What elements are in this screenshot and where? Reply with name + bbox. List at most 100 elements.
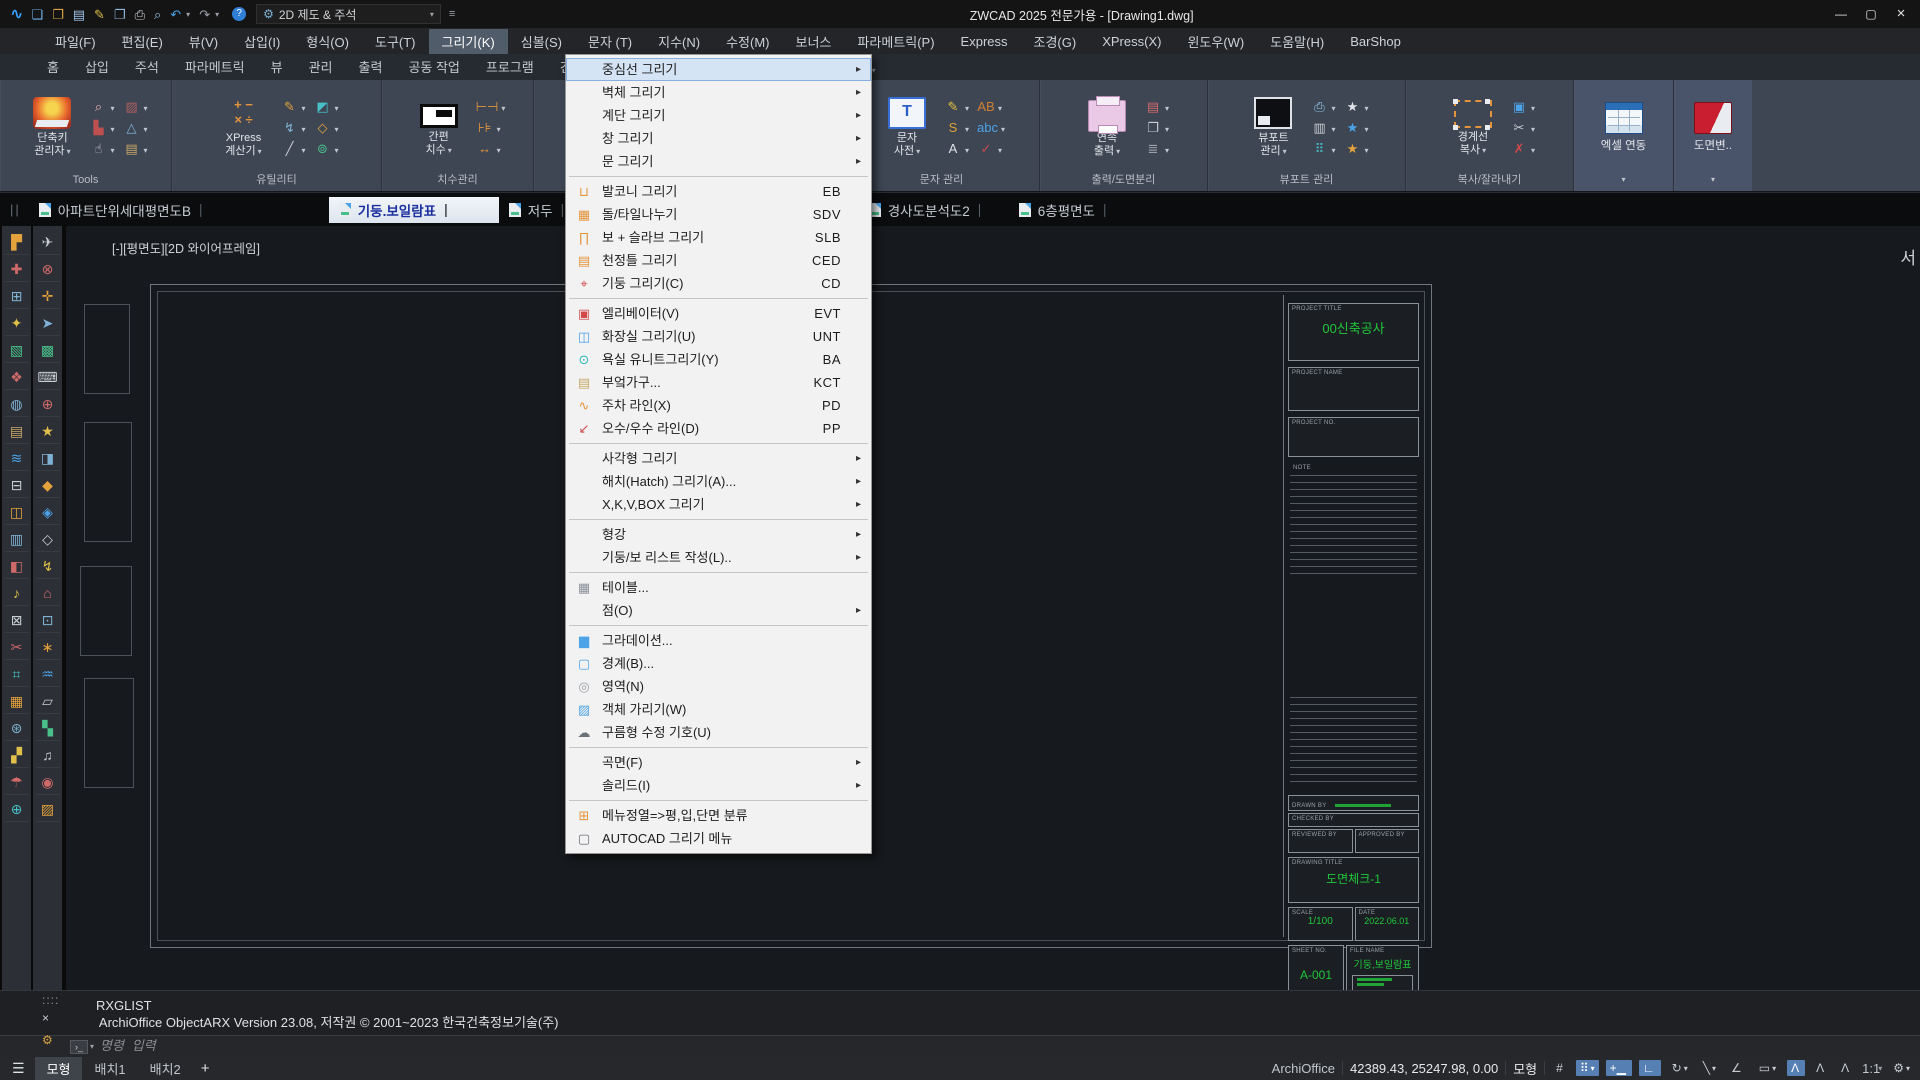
- quick-access-icon[interactable]: ⌕: [154, 8, 161, 21]
- toolbar-icon[interactable]: ♒: [36, 662, 60, 687]
- ribbon-tab[interactable]: 공동 작업: [395, 53, 472, 80]
- document-tab[interactable]: 기둥.보일람표|: [329, 197, 499, 223]
- status-toggle[interactable]: Λ: [1787, 1060, 1805, 1076]
- toolbar-icon[interactable]: ▱: [36, 689, 60, 714]
- menu-item[interactable]: ⊔ 발코니 그리기 EB: [566, 180, 871, 203]
- document-tab[interactable]: 경사도분석도2|: [859, 197, 1009, 223]
- command-prompt-icon[interactable]: ›_: [70, 1040, 88, 1054]
- tool-icon-button[interactable]: ⌕: [89, 98, 114, 116]
- new-layout-button[interactable]: +: [193, 1060, 218, 1077]
- menu-item[interactable]: ▢ AUTOCAD 그리기 메뉴: [566, 827, 871, 850]
- menu-item[interactable]: [569, 519, 868, 520]
- toolbar-icon[interactable]: ◧: [5, 554, 29, 579]
- menu-bar-item[interactable]: 윈도우(W): [1174, 29, 1257, 54]
- menu-item[interactable]: ∏ 보 + 슬라브 그리기 SLB: [566, 226, 871, 249]
- workspace-switcher[interactable]: ⚙ 2D 제도 & 주석 ▾: [256, 4, 441, 24]
- menu-item[interactable]: ▦ 돌/타일나누기 SDV: [566, 203, 871, 226]
- space-toggle[interactable]: 모형: [1513, 1059, 1537, 1078]
- tool-icon-button[interactable]: ▙: [89, 119, 114, 137]
- toolbar-icon[interactable]: ⊕: [36, 392, 60, 417]
- document-tab[interactable]: 6층평면도|: [1009, 197, 1124, 223]
- annotation-scale-button[interactable]: 1:1▾: [1862, 1061, 1882, 1076]
- menu-bar-item[interactable]: 심볼(S): [508, 29, 575, 54]
- toolbar-icon[interactable]: ♫: [36, 743, 60, 768]
- easy-dimension-button[interactable]: 간편치수: [410, 99, 468, 157]
- menu-item[interactable]: 기둥/보 리스트 작성(L).. ▸: [566, 546, 871, 569]
- utility-icon-button[interactable]: ◇: [314, 119, 339, 137]
- command-history[interactable]: RXGLIST ArchiOffice ObjectARX Version 23…: [0, 991, 1920, 1035]
- menu-item[interactable]: ▆ 그라데이션...: [566, 629, 871, 652]
- quick-access-icon[interactable]: ⎙: [135, 8, 145, 21]
- ribbon-tab[interactable]: 출력: [346, 53, 396, 80]
- menu-item[interactable]: ▢ 경계(B)...: [566, 652, 871, 675]
- shortcut-manager-button[interactable]: 단축키관리자: [23, 97, 81, 158]
- toolbar-icon[interactable]: ⊕: [5, 797, 29, 822]
- caret-icon[interactable]: [1621, 173, 1625, 185]
- redo-icon[interactable]: ↷: [199, 8, 210, 21]
- ribbon-tab[interactable]: 주석: [122, 53, 172, 80]
- undo-icon[interactable]: ↶: [170, 8, 181, 21]
- drawing-canvas[interactable]: [-][평면도][2D 와이어프레임] 서 PROJECT TITLE 00신축…: [66, 226, 1920, 990]
- ribbon-tab[interactable]: 파라메트릭: [172, 53, 258, 80]
- menu-bar-item[interactable]: Express: [948, 31, 1021, 52]
- menu-item[interactable]: 솔리드(I) ▸: [566, 774, 871, 797]
- ribbon-tab[interactable]: 뷰: [258, 53, 296, 80]
- menu-item[interactable]: 점(O) ▸: [566, 599, 871, 622]
- toolbar-icon[interactable]: ➤: [36, 311, 60, 336]
- status-toggle[interactable]: ∟: [1639, 1060, 1661, 1076]
- menu-item[interactable]: ⌖ 기둥 그리기(C) CD: [566, 272, 871, 295]
- menu-item[interactable]: ◎ 영역(N): [566, 675, 871, 698]
- toolbar-icon[interactable]: ∗: [36, 635, 60, 660]
- menu-item[interactable]: ⊞ 메뉴정열=>평,입,단면 분류: [566, 804, 871, 827]
- toolbar-icon[interactable]: ▨: [36, 797, 60, 822]
- copy-icon-button[interactable]: ▣: [1510, 98, 1535, 116]
- menu-item[interactable]: ▣ 엘리베이터(V) EVT: [566, 302, 871, 325]
- menu-item[interactable]: [569, 625, 868, 626]
- status-toggle[interactable]: ╲▾: [1699, 1060, 1720, 1076]
- caret-icon[interactable]: [1711, 173, 1715, 185]
- toolbar-icon[interactable]: ≋: [5, 446, 29, 471]
- utility-icon-button[interactable]: ◩: [314, 98, 339, 116]
- dimension-icon-button[interactable]: ⊢⊣: [476, 98, 506, 116]
- menu-item[interactable]: [569, 443, 868, 444]
- toolbar-icon[interactable]: ▥: [5, 527, 29, 552]
- dimension-icon-button[interactable]: ↔: [476, 140, 506, 158]
- menu-item[interactable]: [569, 800, 868, 801]
- toolbar-icon[interactable]: ♪: [5, 581, 29, 606]
- text-dictionary-button[interactable]: 문자사전: [878, 97, 936, 158]
- customize-command-icon[interactable]: ⚙: [42, 1033, 53, 1047]
- toolbar-icon[interactable]: ✂: [5, 635, 29, 660]
- status-toggle[interactable]: #: [1552, 1060, 1569, 1076]
- copy-icon-button[interactable]: ✗: [1510, 140, 1535, 158]
- ribbon-panel-excel[interactable]: 엑셀 연동: [1574, 80, 1674, 191]
- toolbar-icon[interactable]: ⊗: [36, 257, 60, 282]
- viewport-icon-button[interactable]: ▥: [1310, 119, 1335, 137]
- viewport-manager-button[interactable]: 뷰포트관리: [1244, 97, 1302, 158]
- dock-grip-icon[interactable]: ::::: [42, 993, 59, 1007]
- toolbar-icon[interactable]: ⌂: [36, 581, 60, 606]
- menu-item[interactable]: ▤ 천정틀 그리기 CED: [566, 249, 871, 272]
- utility-icon-button[interactable]: ↯: [280, 119, 305, 137]
- command-input[interactable]: [100, 1039, 700, 1054]
- close-command-icon[interactable]: ×: [42, 1011, 49, 1025]
- copy-icon-button[interactable]: ✂: [1510, 119, 1535, 137]
- toolbar-icon[interactable]: ▩: [36, 338, 60, 363]
- menu-item[interactable]: 사각형 그리기 ▸: [566, 447, 871, 470]
- toolbar-icon[interactable]: ⌨: [36, 365, 60, 390]
- utility-icon-button[interactable]: ✎: [280, 98, 305, 116]
- toolbar-icon[interactable]: ★: [36, 419, 60, 444]
- toolbar-icon[interactable]: ▦: [5, 689, 29, 714]
- viewport-controls[interactable]: [-][평면도][2D 와이어프레임]: [112, 238, 260, 257]
- xpress-calculator-button[interactable]: XPress계산기: [214, 97, 272, 158]
- ribbon-tab[interactable]: 홈: [34, 53, 72, 80]
- menu-item[interactable]: X,K,V,BOX 그리기 ▸: [566, 493, 871, 516]
- ribbon-tab[interactable]: 관리: [296, 53, 346, 80]
- text-icon-button[interactable]: abc: [977, 119, 1005, 137]
- menu-bar-item[interactable]: XPress(X): [1089, 31, 1174, 52]
- status-toggle[interactable]: ⠿▾: [1576, 1060, 1599, 1076]
- tool-icon-button[interactable]: ☝: [89, 140, 114, 158]
- toolbar-icon[interactable]: ▛: [5, 230, 29, 255]
- viewport-icon-button[interactable]: ★: [1344, 98, 1369, 116]
- toolbar-icon[interactable]: ✈: [36, 230, 60, 255]
- ribbon-tab[interactable]: 프로그램: [473, 53, 547, 80]
